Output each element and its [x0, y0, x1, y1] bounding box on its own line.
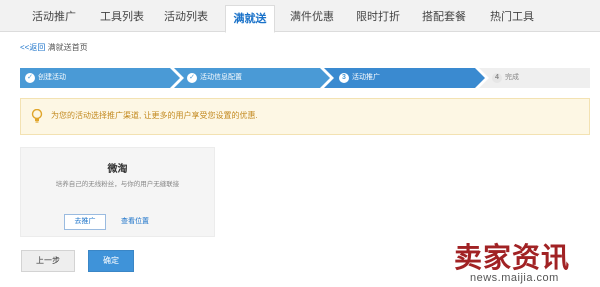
card-title: 微淘 — [107, 164, 128, 175]
breadcrumb: <<返回 满就送首页 — [20, 42, 88, 53]
tab-activity-list[interactable]: 活动列表 — [160, 6, 212, 28]
step-create-activity: ✓ 创建活动 — [20, 68, 170, 88]
check-icon: ✓ — [25, 73, 35, 83]
view-position-link[interactable]: 查看位置 — [121, 216, 149, 226]
step-configure-activity: ✓ 活动信息配置 — [182, 68, 322, 88]
tab-limited-time-discount[interactable]: 限时打折 — [352, 6, 404, 28]
tab-activity-promotion[interactable]: 活动推广 — [28, 6, 80, 28]
previous-step-button[interactable]: 上一步 — [21, 250, 75, 272]
notice-text: 为您的活动选择推广渠道, 让更多的用户享受您设置的优惠. — [51, 111, 258, 120]
tab-bundle-package[interactable]: 搭配套餐 — [418, 6, 470, 28]
watermark-brand: 卖家资讯 — [454, 242, 571, 273]
tab-hot-tools[interactable]: 热门工具 — [486, 6, 538, 28]
card-description: 培养自己的无线粉丝，与你的用户无缝联接 — [55, 181, 180, 188]
tab-tool-list[interactable]: 工具列表 — [96, 6, 148, 28]
top-tab-bar: 活动推广 工具列表 活动列表 满就送 满件优惠 限时打折 搭配套餐 热门工具 — [0, 0, 600, 33]
step-complete: 4 完成 — [487, 68, 587, 88]
step-number: 3 — [339, 73, 349, 83]
step-label: 活动推广 — [352, 74, 380, 81]
step-label: 完成 — [505, 74, 519, 81]
tab-full-gift[interactable]: 满就送 — [225, 5, 275, 33]
step-label: 创建活动 — [38, 74, 66, 81]
confirm-button[interactable]: 确定 — [88, 250, 134, 272]
weitao-channel-card: 微淘 培养自己的无线粉丝，与你的用户无缝联接 去推广 查看位置 — [20, 147, 215, 237]
step-activity-promotion: 3 活动推广 — [334, 68, 474, 88]
go-promote-button[interactable]: 去推广 — [64, 214, 106, 230]
promotion-notice: 为您的活动选择推广渠道, 让更多的用户享受您设置的优惠. — [20, 98, 590, 135]
step-label: 活动信息配置 — [200, 74, 242, 81]
breadcrumb-back-link[interactable]: <<返回 — [20, 43, 45, 52]
check-icon: ✓ — [187, 73, 197, 83]
watermark-url: news.maijia.com — [470, 272, 559, 284]
step-number: 4 — [492, 73, 502, 83]
tab-quantity-discount[interactable]: 满件优惠 — [286, 6, 338, 28]
lightbulb-icon — [31, 109, 43, 123]
progress-steps: ✓ 创建活动 ✓ 活动信息配置 3 活动推广 4 完成 — [20, 68, 590, 88]
breadcrumb-current: 满就送首页 — [47, 43, 88, 52]
